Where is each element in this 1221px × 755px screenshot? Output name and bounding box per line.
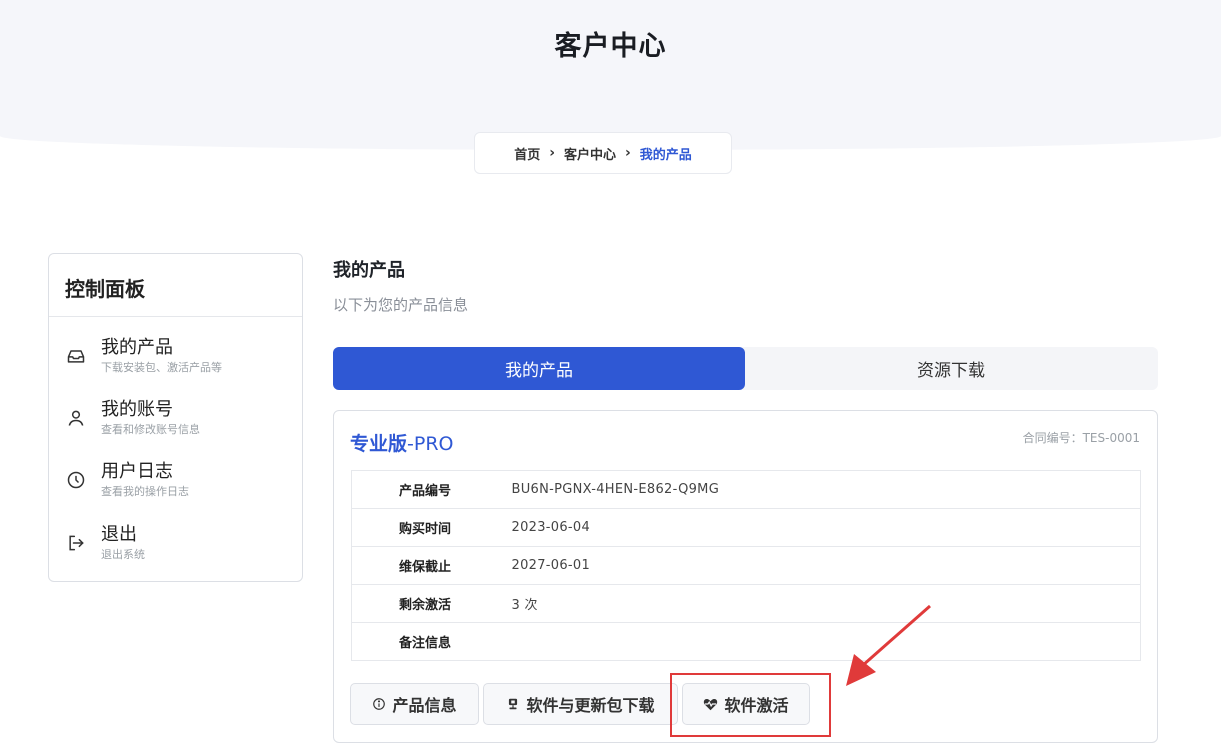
product-edition: 专业版 bbox=[350, 433, 408, 455]
sidebar-item-desc: 退出系统 bbox=[101, 548, 145, 561]
sidebar-item-label: 我的产品 bbox=[101, 337, 173, 358]
breadcrumb-home[interactable]: 首页 bbox=[514, 144, 540, 163]
row-value: 3 次 bbox=[511, 584, 1141, 623]
product-edition-suffix: -PRO bbox=[407, 433, 454, 455]
contract-number: 合同编号：TES-0001 bbox=[1022, 431, 1140, 445]
sidebar-item-logout[interactable]: 退出 退出系统 bbox=[49, 517, 302, 569]
row-value: BU6N-PGNX-4HEN-E862-Q9MG bbox=[511, 470, 1141, 509]
download-button[interactable]: 软件与更新包下载 bbox=[483, 683, 678, 725]
sidebar-item-user-log[interactable]: 用户日志 查看我的操作日志 bbox=[49, 454, 302, 506]
row-value bbox=[512, 623, 1141, 661]
sidebar-item-desc: 查看和修改账号信息 bbox=[101, 423, 200, 436]
row-key: 产品编号 bbox=[351, 470, 512, 509]
control-panel-sidebar: 控制面板 我的产品 下载安装包、激活产品等 我的账号 查看和修改账号信息 用户日… bbox=[48, 253, 303, 582]
sidebar-item-label: 我的账号 bbox=[101, 399, 173, 420]
tab-my-products[interactable]: 我的产品 bbox=[333, 347, 745, 390]
breadcrumb: 首页 › 客户中心 › 我的产品 bbox=[474, 132, 732, 174]
product-info-table: 产品编号 BU6N-PGNX-4HEN-E862-Q9MG 购买时间 2023-… bbox=[351, 470, 1141, 661]
row-key: 维保截止 bbox=[351, 546, 512, 585]
logout-icon bbox=[65, 532, 87, 554]
sidebar-item-my-account[interactable]: 我的账号 查看和修改账号信息 bbox=[49, 392, 302, 444]
sidebar-item-my-products[interactable]: 我的产品 下载安装包、激活产品等 bbox=[49, 330, 302, 382]
table-row: 购买时间 2023-06-04 bbox=[351, 508, 1141, 547]
sidebar-item-label: 退出 bbox=[101, 524, 137, 545]
sidebar-title: 控制面板 bbox=[49, 254, 302, 317]
download-package-icon bbox=[506, 697, 520, 711]
tab-resource-download[interactable]: 资源下载 bbox=[745, 347, 1157, 390]
row-key: 购买时间 bbox=[351, 508, 512, 547]
table-row: 备注信息 bbox=[352, 623, 1141, 661]
user-icon bbox=[65, 407, 87, 429]
tab-bar: 我的产品 资源下载 bbox=[333, 347, 1158, 390]
row-value: 2023-06-04 bbox=[511, 508, 1141, 547]
sidebar-item-desc: 下载安装包、激活产品等 bbox=[101, 361, 222, 374]
section-subtitle: 以下为您的产品信息 bbox=[333, 296, 469, 314]
clock-icon bbox=[65, 469, 87, 491]
breadcrumb-current: 我的产品 bbox=[639, 147, 692, 163]
product-info-button[interactable]: 产品信息 bbox=[350, 683, 479, 725]
product-info-label: 产品信息 bbox=[392, 696, 457, 715]
section-title: 我的产品 bbox=[333, 260, 405, 281]
sidebar-item-desc: 查看我的操作日志 bbox=[101, 485, 189, 498]
row-key: 备注信息 bbox=[399, 636, 452, 651]
table-row: 产品编号 BU6N-PGNX-4HEN-E862-Q9MG bbox=[351, 470, 1141, 509]
info-circle-icon bbox=[372, 697, 386, 711]
product-name: 专业版-PRO bbox=[350, 429, 454, 456]
page-title: 客户中心 bbox=[554, 31, 667, 62]
inbox-icon bbox=[65, 345, 87, 367]
sidebar-item-label: 用户日志 bbox=[101, 461, 173, 482]
row-value: 2027-06-01 bbox=[511, 546, 1141, 585]
row-key: 剩余激活 bbox=[351, 584, 512, 623]
table-row: 剩余激活 3 次 bbox=[351, 584, 1141, 623]
breadcrumb-center[interactable]: 客户中心 bbox=[564, 144, 616, 163]
annotation-highlight-box bbox=[670, 673, 831, 737]
download-label: 软件与更新包下载 bbox=[526, 696, 655, 715]
chevron-right-icon: › bbox=[549, 145, 555, 161]
annotation-arrow-icon bbox=[846, 604, 931, 686]
hero-banner bbox=[0, 0, 1221, 150]
table-row: 维保截止 2027-06-01 bbox=[351, 546, 1141, 585]
chevron-right-icon: › bbox=[625, 145, 631, 161]
